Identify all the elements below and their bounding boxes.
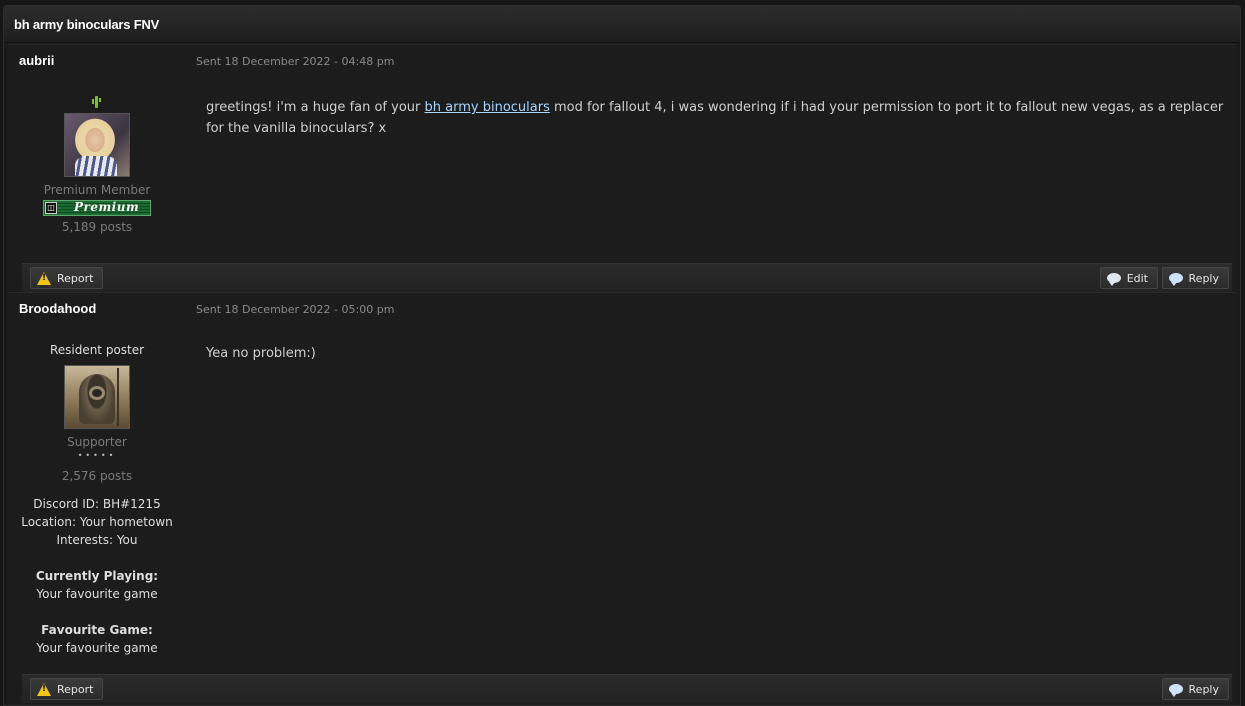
post-content: greetings! i'm a huge fan of your bh arm… bbox=[206, 97, 1224, 139]
topic-header: bh army binoculars FNV bbox=[4, 6, 1240, 43]
location-field: Location: Your hometown bbox=[21, 515, 173, 529]
author-name-link[interactable]: aubrii bbox=[19, 53, 54, 68]
edit-button[interactable]: Edit bbox=[1099, 267, 1158, 289]
rank-pips: ••••• bbox=[77, 451, 117, 460]
report-button[interactable]: Report bbox=[30, 267, 104, 289]
report-label: Report bbox=[57, 682, 94, 696]
reply-button[interactable]: Reply bbox=[1161, 678, 1229, 700]
post-date: Sent 18 December 2022 - 05:00 pm bbox=[196, 303, 395, 316]
avatar[interactable] bbox=[64, 365, 130, 429]
currently-playing-value: Your favourite game bbox=[36, 587, 158, 601]
post-count: 2,576 posts bbox=[61, 469, 133, 483]
post-count: 5,189 posts bbox=[61, 220, 133, 234]
post-content: Yea no problem:) bbox=[206, 343, 1224, 364]
member-group: Supporter bbox=[67, 435, 127, 449]
topic-title: bh army binoculars FNV bbox=[14, 16, 160, 32]
currently-playing-label: Currently Playing: bbox=[35, 569, 159, 583]
post-1: aubrii Sent 18 December 2022 - 04:48 pm … bbox=[8, 44, 1236, 292]
interests-field: Interests: You bbox=[56, 533, 138, 547]
topic-container: bh army binoculars FNV aubrii Sent 18 De… bbox=[3, 5, 1241, 706]
post-controls: Report Edit Reply bbox=[22, 263, 1232, 292]
post-text: Yea no problem:) bbox=[206, 346, 316, 361]
author-name-link[interactable]: Broodahood bbox=[19, 301, 96, 316]
author-info: Resident poster Supporter ••••• 2,576 po… bbox=[18, 343, 176, 657]
favourite-game-value: Your favourite game bbox=[36, 641, 158, 655]
member-group: Premium Member bbox=[43, 183, 151, 197]
reply-label: Reply bbox=[1188, 271, 1219, 285]
premium-glyph-icon: ◫ bbox=[45, 202, 57, 214]
discord-field: Discord ID: BH#1215 bbox=[33, 497, 161, 511]
post-controls: Report Reply bbox=[22, 674, 1232, 703]
member-title: Resident poster bbox=[49, 343, 145, 357]
reply-bubble-icon bbox=[1168, 684, 1183, 697]
avatar[interactable] bbox=[64, 113, 130, 177]
premium-badge: ◫ Premium bbox=[43, 200, 151, 216]
report-button[interactable]: Report bbox=[30, 678, 104, 700]
warning-icon bbox=[37, 271, 51, 285]
reply-bubble-icon bbox=[1168, 273, 1183, 286]
reply-label: Reply bbox=[1188, 682, 1219, 696]
post-date: Sent 18 December 2022 - 04:48 pm bbox=[196, 55, 395, 68]
reply-button[interactable]: Reply bbox=[1161, 267, 1229, 289]
post-text: greetings! i'm a huge fan of your bbox=[206, 100, 425, 115]
post-2: Broodahood Sent 18 December 2022 - 05:00… bbox=[8, 292, 1236, 705]
favourite-game-label: Favourite Game: bbox=[41, 623, 153, 637]
edit-label: Edit bbox=[1126, 271, 1148, 285]
online-cactus-icon bbox=[91, 95, 103, 109]
edit-bubble-icon bbox=[1106, 273, 1121, 286]
premium-badge-text: Premium bbox=[74, 200, 140, 214]
warning-icon bbox=[37, 682, 51, 696]
mod-link[interactable]: bh army binoculars bbox=[425, 100, 550, 115]
author-info: Premium Member ◫ Premium 5,189 posts bbox=[18, 95, 176, 234]
report-label: Report bbox=[57, 271, 94, 285]
